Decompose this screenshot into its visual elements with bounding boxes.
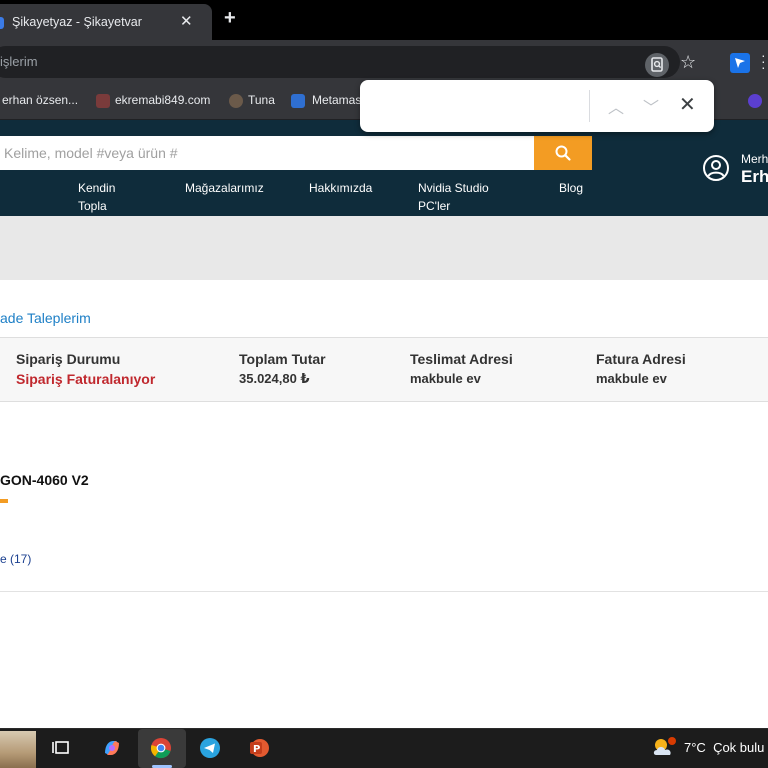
nav-item-kendin-topla[interactable]: Kendin Topla bbox=[78, 179, 115, 215]
svg-text:P: P bbox=[253, 744, 260, 755]
bookmark-star-icon[interactable]: ☆ bbox=[680, 52, 696, 73]
next-match-icon[interactable]: ﹀ bbox=[643, 94, 659, 118]
page-search-button[interactable] bbox=[645, 53, 669, 77]
status-value: Sipariş Faturalanıyor bbox=[16, 371, 156, 387]
return-requests-link[interactable]: ade Taleplerim bbox=[0, 310, 91, 326]
tab-title: Şikayetyaz - Şikayetvar bbox=[12, 15, 142, 29]
extension-glyph-icon bbox=[735, 58, 745, 68]
weather-cloud-icon[interactable] bbox=[650, 735, 678, 761]
find-in-page-bar: ︿ ﹀ ✕ bbox=[360, 80, 714, 132]
browser-tab-strip: Şikayetyaz - Şikayetvar ✕ + bbox=[0, 0, 768, 40]
rating-star-icon bbox=[0, 499, 8, 503]
reviews-link[interactable]: e (17) bbox=[0, 552, 31, 566]
nav-item-blog[interactable]: Blog bbox=[559, 179, 583, 197]
task-view-icon[interactable] bbox=[50, 737, 72, 759]
nav-label: Nvidia Studio bbox=[418, 181, 489, 195]
nav-label: Hakkımızda bbox=[309, 181, 373, 195]
taskbar-thumbnail-icon[interactable] bbox=[0, 731, 36, 768]
close-tab-icon[interactable]: ✕ bbox=[180, 12, 193, 30]
bookmark-favicon-icon bbox=[748, 94, 762, 108]
find-divider bbox=[589, 90, 590, 122]
document-search-icon bbox=[651, 57, 663, 72]
new-tab-button[interactable]: + bbox=[224, 7, 236, 30]
extension-icon[interactable] bbox=[730, 53, 750, 73]
bookmark-item[interactable]: Tuna bbox=[248, 93, 275, 107]
telegram-icon[interactable] bbox=[199, 737, 221, 759]
close-find-icon[interactable]: ✕ bbox=[679, 92, 696, 117]
weather-temperature: 7°C Çok bulu bbox=[684, 740, 764, 755]
product-name[interactable]: GON-4060 V2 bbox=[0, 472, 89, 488]
nav-label: PC'ler bbox=[418, 199, 451, 213]
greeting-text: Merh bbox=[741, 152, 768, 166]
order-summary: Sipariş Durumu Sipariş Faturalanıyor Top… bbox=[0, 337, 768, 402]
bookmark-item[interactable]: erhan özsen... bbox=[2, 93, 78, 107]
invoice-address-label: Fatura Adresi bbox=[596, 351, 686, 367]
nav-label: Blog bbox=[559, 181, 584, 195]
nav-label: Mağazalarımız bbox=[185, 181, 264, 195]
search-icon bbox=[555, 145, 571, 161]
user-name[interactable]: Erha bbox=[741, 167, 768, 187]
powerpoint-icon[interactable]: P bbox=[248, 737, 270, 759]
total-value: 35.024,80 ₺ bbox=[239, 371, 310, 386]
invoice-address-value: makbule ev bbox=[596, 371, 667, 386]
weather-temp-value: 7°C bbox=[684, 740, 706, 755]
browser-menu-icon[interactable]: · · · bbox=[761, 48, 766, 74]
user-account-icon[interactable] bbox=[702, 154, 730, 182]
find-input[interactable] bbox=[370, 92, 580, 120]
nav-item-hakkimizda[interactable]: Hakkımızda bbox=[309, 179, 372, 197]
address-text: işlerim bbox=[0, 54, 38, 69]
bookmark-favicon-icon bbox=[96, 94, 110, 108]
previous-match-icon[interactable]: ︿ bbox=[608, 94, 624, 118]
site-favicon-icon bbox=[0, 17, 4, 29]
chrome-icon[interactable] bbox=[150, 737, 172, 759]
bookmark-favicon-icon bbox=[229, 94, 243, 108]
delivery-address-value: makbule ev bbox=[410, 371, 481, 386]
delivery-address-label: Teslimat Adresi bbox=[410, 351, 513, 367]
nav-label: Topla bbox=[78, 199, 107, 213]
section-divider bbox=[0, 591, 768, 592]
bookmark-item[interactable]: ekremabi849.com bbox=[115, 93, 210, 107]
bookmark-item[interactable]: Metamas bbox=[312, 93, 361, 107]
nav-label: Kendin bbox=[78, 181, 116, 195]
site-search-button[interactable] bbox=[534, 136, 592, 170]
copilot-icon[interactable] bbox=[101, 737, 123, 759]
total-label: Toplam Tutar bbox=[239, 351, 326, 367]
bookmark-favicon-icon bbox=[291, 94, 305, 108]
nav-item-magazalarimiz[interactable]: Mağazalarımız bbox=[185, 179, 264, 197]
status-label: Sipariş Durumu bbox=[16, 351, 121, 367]
address-bar[interactable]: işlerim bbox=[0, 46, 680, 78]
nav-item-nvidia-studio[interactable]: Nvidia Studio PC'ler bbox=[418, 179, 489, 215]
site-search-input[interactable] bbox=[0, 136, 534, 170]
browser-tab[interactable]: Şikayetyaz - Şikayetvar ✕ bbox=[0, 4, 212, 40]
weather-description: Çok bulu bbox=[713, 740, 765, 755]
banner-area bbox=[0, 216, 768, 280]
